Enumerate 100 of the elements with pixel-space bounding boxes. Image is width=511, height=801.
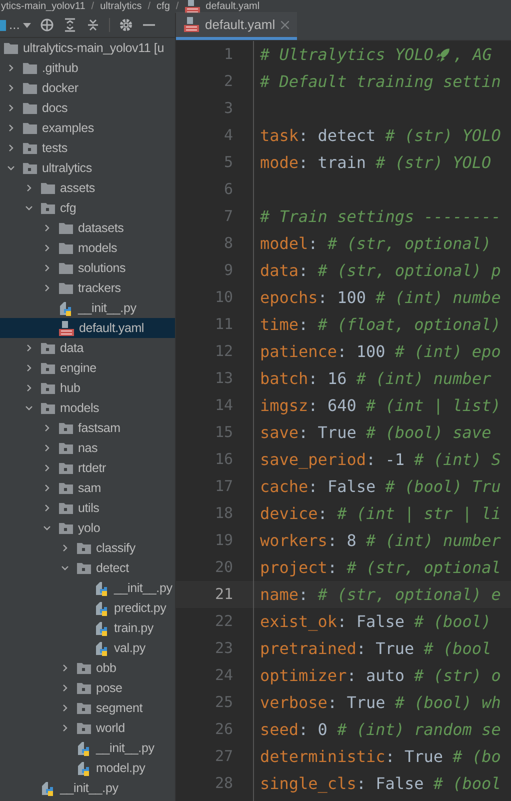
crosshair-icon[interactable] — [40, 18, 54, 32]
tree-item[interactable]: obb — [0, 658, 175, 678]
tree-item[interactable]: default.yaml — [0, 318, 175, 338]
chevron-right-icon[interactable] — [61, 724, 69, 732]
breadcrumb-item[interactable]: ultralytics — [100, 2, 142, 12]
tree-item[interactable]: hub — [0, 378, 175, 398]
chevron-right-icon[interactable] — [43, 484, 51, 492]
chevron-right-icon[interactable] — [61, 684, 69, 692]
chevron-right-icon[interactable] — [7, 104, 15, 112]
tree-item[interactable]: models — [0, 398, 175, 418]
tree-item[interactable]: solutions — [0, 258, 175, 278]
breadcrumb-item[interactable]: ytics-main_yolov11 — [1, 2, 86, 12]
line-number: 10 — [214, 287, 233, 308]
package-folder-icon — [41, 202, 55, 214]
chevron-right-icon[interactable] — [43, 504, 51, 512]
chevron-right-icon[interactable] — [7, 144, 15, 152]
chevron-right-icon[interactable] — [25, 184, 33, 192]
tree-item[interactable]: __init__.py — [0, 298, 175, 318]
folder-icon — [59, 222, 73, 234]
tree-item[interactable]: rtdetr — [0, 458, 175, 478]
chevron-right-icon[interactable] — [61, 664, 69, 672]
tree-item[interactable]: __init__.py — [0, 578, 175, 598]
tree-item[interactable]: assets — [0, 178, 175, 198]
chevron-right-icon[interactable] — [25, 364, 33, 372]
code-comment: # Ultralytics YOLO — [260, 44, 434, 66]
line-number: 6 — [224, 179, 233, 200]
tree-item[interactable]: pose — [0, 678, 175, 698]
code-line: workers: 8 # (int) number — [260, 530, 501, 552]
tree-item[interactable]: world — [0, 718, 175, 738]
breadcrumb-item[interactable]: cfg — [156, 2, 170, 12]
line-number: 20 — [214, 557, 233, 578]
tree-item[interactable]: ultralytics — [0, 158, 175, 178]
tree-item[interactable]: fastsam — [0, 418, 175, 438]
code-line: project: # (str, optional — [260, 556, 501, 578]
chevron-right-icon[interactable] — [43, 464, 51, 472]
collapse-all-icon[interactable] — [86, 18, 100, 32]
view-selector[interactable]: ... — [0, 15, 31, 35]
settings-icon[interactable] — [118, 18, 133, 32]
tree-item[interactable]: classify — [0, 538, 175, 558]
chevron-right-icon[interactable] — [43, 444, 51, 452]
expand-all-icon[interactable] — [62, 18, 77, 32]
chevron-down-icon[interactable] — [7, 164, 15, 172]
tree-item[interactable]: detect — [0, 558, 175, 578]
chevron-right-icon[interactable] — [43, 284, 51, 292]
tree-item[interactable]: yolo — [0, 518, 175, 538]
tree-item[interactable]: sam — [0, 478, 175, 498]
chevron-right-icon[interactable] — [43, 244, 51, 252]
folder-icon — [59, 242, 73, 254]
tree-item[interactable]: predict.py — [0, 598, 175, 618]
line-number: 7 — [224, 206, 233, 228]
tree-item[interactable]: __init__.py — [0, 778, 175, 798]
tree-item[interactable]: tests — [0, 138, 175, 158]
tree-item[interactable]: docs — [0, 98, 175, 118]
code-line: patience: 100 # (int) epo — [260, 340, 501, 362]
package-folder-icon — [59, 482, 73, 494]
breadcrumb-item[interactable]: default.yaml — [206, 2, 260, 12]
tree-item[interactable]: data — [0, 338, 175, 358]
chevron-right-icon[interactable] — [7, 124, 15, 132]
tree-item[interactable]: utils — [0, 498, 175, 518]
line-number: 1 — [224, 44, 233, 66]
chevron-right-icon[interactable] — [61, 544, 69, 552]
tree-item[interactable]: docker — [0, 78, 175, 98]
code-comment: , AG — [453, 44, 492, 66]
chevron-right-icon[interactable] — [61, 704, 69, 712]
tree-item[interactable]: examples — [0, 118, 175, 138]
tree-item[interactable]: train.py — [0, 618, 175, 638]
tree-item[interactable]: model.py — [0, 758, 175, 778]
tree-item[interactable]: datasets — [0, 218, 175, 238]
tree-item[interactable]: segment — [0, 698, 175, 718]
chevron-right-icon[interactable] — [7, 84, 15, 92]
line-number: 9 — [224, 260, 233, 282]
code-line: verbose: True # (bool) wh — [260, 692, 501, 714]
chevron-down-icon[interactable] — [43, 524, 51, 532]
chevron-down-icon[interactable] — [25, 404, 33, 412]
code-line: time: # (float, optional) — [260, 314, 501, 336]
code-line: pretrained: True # (bool — [260, 638, 492, 660]
tree-item[interactable]: ultralytics-main_yolov11 [u — [0, 38, 175, 58]
package-folder-icon — [59, 522, 73, 534]
tree-item[interactable]: cfg — [0, 198, 175, 218]
tree-item[interactable]: val.py — [0, 638, 175, 658]
python-file-icon — [41, 780, 55, 796]
chevron-right-icon[interactable] — [43, 224, 51, 232]
chevron-right-icon[interactable] — [25, 344, 33, 352]
chevron-right-icon[interactable] — [43, 264, 51, 272]
chevron-right-icon[interactable] — [25, 384, 33, 392]
chevron-down-icon[interactable] — [25, 204, 33, 212]
code-line: save_period: -1 # (int) S — [260, 448, 501, 471]
line-number: 18 — [214, 503, 233, 524]
tree-item[interactable]: .github — [0, 58, 175, 78]
chevron-down-icon[interactable] — [61, 564, 69, 572]
tree-item[interactable]: engine — [0, 358, 175, 378]
chevron-right-icon[interactable] — [43, 424, 51, 432]
tree-item[interactable]: nas — [0, 438, 175, 458]
chevron-right-icon[interactable] — [7, 64, 15, 72]
python-file-icon — [95, 640, 109, 656]
tree-item[interactable]: trackers — [0, 278, 175, 298]
editor-tab[interactable]: default.yaml — [176, 12, 298, 40]
tree-item[interactable]: models — [0, 238, 175, 258]
package-folder-icon — [77, 702, 91, 714]
tree-item[interactable]: __init__.py — [0, 738, 175, 758]
